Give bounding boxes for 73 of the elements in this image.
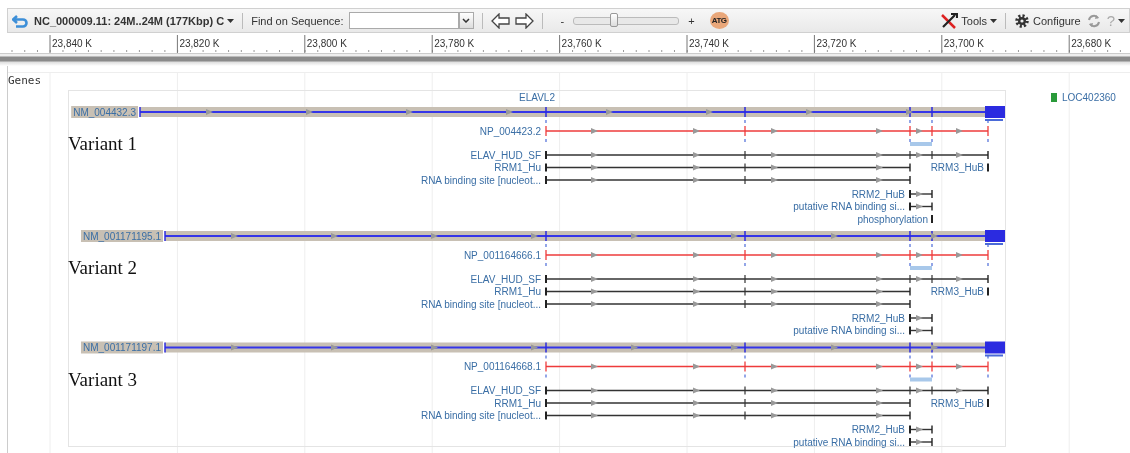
feature-label: RRM3_HuB [930, 162, 984, 173]
pan-left-button[interactable] [490, 12, 510, 29]
highlight-bar [910, 266, 932, 270]
highlight-bar [910, 142, 932, 146]
feature-label: RNA binding site [nucleot... [420, 174, 541, 186]
ruler-label: 23,720 K [816, 38, 857, 49]
feature-label: ELAV_HUD_SF [470, 385, 541, 396]
ruler-label: 23,840 K [52, 38, 93, 49]
highlight-bar [910, 377, 932, 382]
caret-icon [227, 18, 235, 23]
feature-label: RRM2_HuB [851, 424, 905, 435]
feature-label: RNA binding site [nucleot... [420, 410, 541, 421]
feature-label: RRM3_HuB [930, 397, 984, 409]
chevron-down-icon [462, 18, 470, 23]
feature-label: RRM2_HuB [851, 188, 905, 200]
sequence-menu[interactable]: NC_000009.11: 24M..24M (177Kbp) C [34, 14, 235, 27]
transcript-label: NM_001171195.1 [80, 230, 163, 242]
gear-icon [1013, 12, 1030, 29]
zoom-out-button[interactable]: - [560, 14, 565, 27]
feature-label: RNA binding site [nucleot... [420, 298, 541, 310]
find-field[interactable] [348, 12, 459, 29]
feature-label: phosphorylation [857, 213, 928, 225]
protein-label: NP_004423.2 [479, 125, 541, 137]
tools-menu[interactable]: Tools [940, 12, 997, 29]
gene-label: ELAVL2 [519, 92, 555, 103]
feature-label: ELAV_HUD_SF [470, 273, 541, 285]
variant-caption: Variant 2 [68, 257, 138, 278]
ruler-label: 23,680 K [1071, 38, 1112, 49]
pan-right-button[interactable] [514, 12, 534, 29]
left-arrow-icon [490, 12, 510, 29]
ruler-label: 23,760 K [561, 38, 602, 49]
ruler-label: 23,740 K [689, 38, 730, 49]
variant-caption: Variant 3 [68, 368, 138, 390]
back-arrow-icon [12, 13, 29, 28]
track-title: Genes [8, 74, 42, 87]
ruler-label: 23,780 K [434, 38, 475, 49]
feature-label: putative RNA binding si... [793, 436, 905, 448]
ruler-label: 23,800 K [306, 38, 347, 49]
feature-label: RRM1_Hu [494, 286, 541, 297]
refresh-button[interactable] [1085, 12, 1102, 29]
feature-label: ELAV_HUD_SF [470, 149, 541, 161]
feature-label: RRM1_Hu [494, 397, 541, 409]
feature-label: RRM2_HuB [851, 312, 905, 324]
variant-caption: Variant 1 [68, 133, 138, 154]
feature-track [909, 325, 933, 336]
feature-track [909, 313, 933, 323]
feature-label: putative RNA binding si... [793, 325, 905, 336]
protein-label: NP_001164666.1 [463, 249, 541, 261]
feature-track [909, 437, 933, 447]
splitter-bar[interactable] [0, 53, 1130, 66]
right-arrow-icon [514, 12, 534, 29]
slider-thumb[interactable] [609, 12, 618, 27]
feature-label: putative RNA binding si... [793, 201, 905, 212]
find-label: Find on Sequence: [251, 14, 344, 27]
zoom-slider[interactable] [573, 16, 680, 25]
feature-track [909, 201, 933, 212]
refresh-icon [1085, 12, 1102, 29]
caret-icon [1118, 18, 1125, 23]
feature-track [909, 424, 933, 435]
ruler-label: 23,700 K [943, 38, 984, 49]
feature-label: RRM1_Hu [494, 162, 541, 173]
neighbor-gene-label: LOC402360 [1051, 92, 1116, 103]
back-button[interactable] [12, 13, 29, 28]
transcript-label: NM_004432.3 [71, 106, 138, 118]
zoom-in-button[interactable]: + [688, 14, 695, 27]
feature-label: RRM3_HuB [930, 286, 984, 297]
caret-icon [989, 18, 997, 23]
sequence-view-button[interactable]: ATG [709, 12, 729, 29]
protein-label: NP_001164668.1 [463, 361, 541, 372]
transcript-label: NM_001171197.1 [80, 341, 163, 354]
feature-track [909, 189, 933, 199]
ruler-label: 23,820 K [179, 38, 220, 49]
configure-button[interactable]: Configure [1013, 12, 1081, 29]
